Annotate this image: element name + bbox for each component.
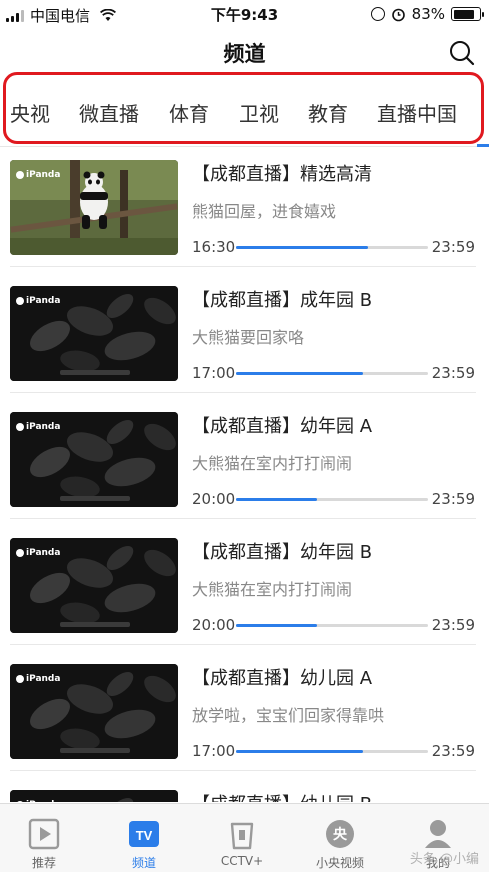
- program-description: 大熊猫要回家咯: [192, 328, 305, 347]
- battery-percent: 83%: [411, 5, 445, 23]
- watermark-text: 头条 @小编: [409, 852, 479, 867]
- end-time: 23:59: [431, 742, 475, 760]
- cctv-plus-icon: [230, 822, 254, 850]
- battery-icon: [451, 7, 484, 21]
- play-icon: [28, 818, 60, 850]
- nav-item-channel[interactable]: TV 频道: [104, 804, 184, 872]
- program-thumbnail[interactable]: iPanda: [10, 160, 178, 255]
- program-progress-fill: [236, 246, 369, 249]
- thumbnail-caption-bar: [60, 748, 130, 753]
- profile-icon: [425, 820, 451, 848]
- nav-label: 推荐: [31, 856, 56, 870]
- program-progress-bar: [236, 498, 428, 501]
- thumbnail-caption-bar: [60, 622, 130, 627]
- start-time: 16:30: [192, 238, 236, 256]
- list-separator: [10, 266, 476, 267]
- svg-text:央: 央: [333, 826, 348, 843]
- thumbnail-caption-bar: [60, 370, 130, 375]
- program-description: 熊猫回屋，进食嬉戏: [192, 202, 337, 221]
- end-time: 23:59: [431, 238, 475, 256]
- start-time: 17:00: [192, 742, 236, 760]
- program-thumbnail[interactable]: iPanda: [10, 538, 178, 633]
- nav-item-recommend[interactable]: 推荐: [4, 804, 84, 872]
- program-progress-bar: [236, 750, 428, 753]
- status-right: 83%: [370, 5, 484, 23]
- program-thumbnail[interactable]: iPanda: [10, 664, 178, 759]
- list-item[interactable]: iPanda 【成都直播】幼儿园 A 放学啦，宝宝们回家得靠哄 17:00 23:59: [10, 656, 479, 782]
- program-progress-fill: [236, 624, 317, 627]
- program-progress-bar: [236, 372, 428, 375]
- thumbnail-caption-bar: [60, 496, 130, 501]
- ipanda-logo: iPanda: [16, 548, 60, 558]
- end-time: 23:59: [431, 364, 475, 382]
- ipanda-logo: iPanda: [16, 296, 60, 306]
- end-time: 23:59: [431, 490, 475, 508]
- header: 频道: [0, 32, 489, 76]
- status-bar: 中国电信 下午9:43 83%: [0, 0, 489, 28]
- list-separator: [10, 392, 476, 393]
- program-description: 大熊猫在室内打打闹闹: [192, 580, 353, 599]
- program-progress-fill: [236, 372, 363, 375]
- list-item[interactable]: iPanda 【成都直播】成年园 B 大熊猫要回家咯 17:00 23:59: [10, 278, 479, 404]
- program-thumbnail[interactable]: iPanda: [10, 286, 178, 381]
- list-separator: [10, 518, 476, 519]
- nav-label: 小央视频: [315, 856, 364, 870]
- list-item[interactable]: iPanda 【成都直播】幼年园 B 大熊猫在室内打打闹闹 20:00 23:59: [10, 530, 479, 656]
- nav-label: 频道: [131, 856, 156, 870]
- start-time: 20:00: [192, 616, 236, 634]
- search-icon[interactable]: [447, 38, 477, 68]
- program-title: 【成都直播】成年园 B: [192, 290, 373, 311]
- bottom-nav: 推荐 TV 频道 CCTV+ 央 小央视频 我的 头条 @小编: [0, 803, 489, 872]
- alarm-icon: [391, 8, 405, 21]
- program-description: 放学啦，宝宝们回家得靠哄: [192, 706, 385, 725]
- program-title: 【成都直播】幼儿园 B: [192, 790, 372, 802]
- list-separator: [10, 770, 476, 771]
- list-separator: [10, 644, 476, 645]
- battery-fill: [453, 9, 475, 19]
- list-item[interactable]: iPanda 【成都直播】精选高清 熊猫回屋，进食嬉戏 16:30 23:59: [10, 152, 479, 278]
- ipanda-logo: iPanda: [16, 800, 60, 802]
- start-time: 20:00: [192, 490, 236, 508]
- ipanda-logo: iPanda: [16, 170, 60, 180]
- program-title: 【成都直播】幼年园 B: [192, 542, 373, 563]
- orientation-lock-icon: [370, 7, 385, 21]
- nav-label: CCTV+: [220, 854, 264, 868]
- program-progress-fill: [236, 750, 363, 753]
- start-time: 17:00: [192, 364, 236, 382]
- nav-item-cctv-plus[interactable]: CCTV+: [202, 804, 282, 872]
- page-title: 频道: [223, 42, 266, 66]
- program-progress-bar: [236, 246, 428, 249]
- yang-icon: 央: [326, 820, 354, 848]
- program-title: 【成都直播】幼年园 A: [192, 416, 373, 437]
- program-progress-fill: [236, 498, 317, 501]
- program-thumbnail[interactable]: iPanda: [10, 790, 178, 802]
- ipanda-logo: iPanda: [16, 422, 60, 432]
- program-title: 【成都直播】精选高清: [192, 164, 372, 185]
- tv-icon: TV: [129, 821, 159, 847]
- list-item[interactable]: iPanda 【成都直播】幼年园 A 大熊猫在室内打打闹闹 20:00 23:59: [10, 404, 479, 530]
- svg-text:TV: TV: [136, 828, 153, 843]
- program-thumbnail[interactable]: iPanda: [10, 412, 178, 507]
- program-list: iPanda 【成都直播】精选高清 熊猫回屋，进食嬉戏 16:30 23:59 iPand…: [0, 147, 489, 802]
- tabs-highlight-box: [3, 72, 484, 144]
- nav-item-xiaoyang[interactable]: 央 小央视频: [300, 804, 380, 872]
- program-description: 大熊猫在室内打打闹闹: [192, 454, 353, 473]
- ipanda-logo: iPanda: [16, 674, 60, 684]
- program-progress-bar: [236, 624, 428, 627]
- list-item[interactable]: iPanda 【成都直播】幼儿园 B: [10, 782, 479, 802]
- program-title: 【成都直播】幼儿园 A: [192, 668, 373, 689]
- end-time: 23:59: [431, 616, 475, 634]
